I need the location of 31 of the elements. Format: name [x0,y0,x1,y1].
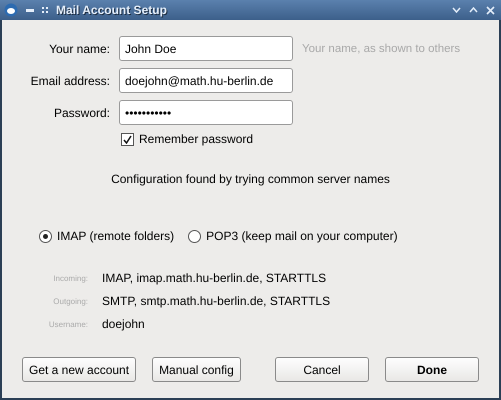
server-value: SMTP, smtp.math.hu-berlin.de, STARTTLS [102,294,332,308]
status-message: Configuration found by trying common server names [111,172,390,186]
close-icon[interactable] [486,6,495,14]
server-label: Incoming: [52,274,88,282]
window-title: Mail Account Setup [56,3,168,17]
mail-app-icon [4,3,18,17]
server-value: IMAP, imap.math.hu-berlin.de, STARTTLS [102,271,328,285]
chevron-down-icon[interactable] [452,7,461,13]
text-field[interactable]: doejohn@math.hu-berlin.de [119,68,293,93]
field-label: Email address: [30,74,110,88]
server-label: Username: [48,320,88,328]
server-label: Outgoing: [52,296,88,306]
cancel-button[interactable]: Cancel [275,357,369,382]
new-account-button[interactable]: Get a new account [22,357,136,382]
checkbox[interactable] [121,132,134,146]
field-label: Your name: [48,42,110,56]
field-label: Password: [52,106,110,120]
done-button[interactable]: Done [385,357,479,382]
text-field[interactable]: John Doe [119,36,293,61]
manual-config-button[interactable]: Manual config [152,357,241,382]
chevron-up-icon[interactable] [469,7,478,13]
radio-button[interactable] [39,230,52,242]
radio-label[interactable]: IMAP (remote folders) [57,229,174,243]
grip-icon[interactable] [42,7,48,13]
checkbox-label[interactable]: Remember password [139,132,254,146]
radio-label[interactable]: POP3 (keep mail on your computer) [206,229,398,243]
server-value: doejohn [102,317,146,331]
text-field[interactable]: ••••••••••• [119,100,293,125]
field-hint: Your name, as shown to others [302,42,462,54]
radio-button[interactable] [188,230,202,242]
minimize-icon[interactable] [26,8,34,12]
